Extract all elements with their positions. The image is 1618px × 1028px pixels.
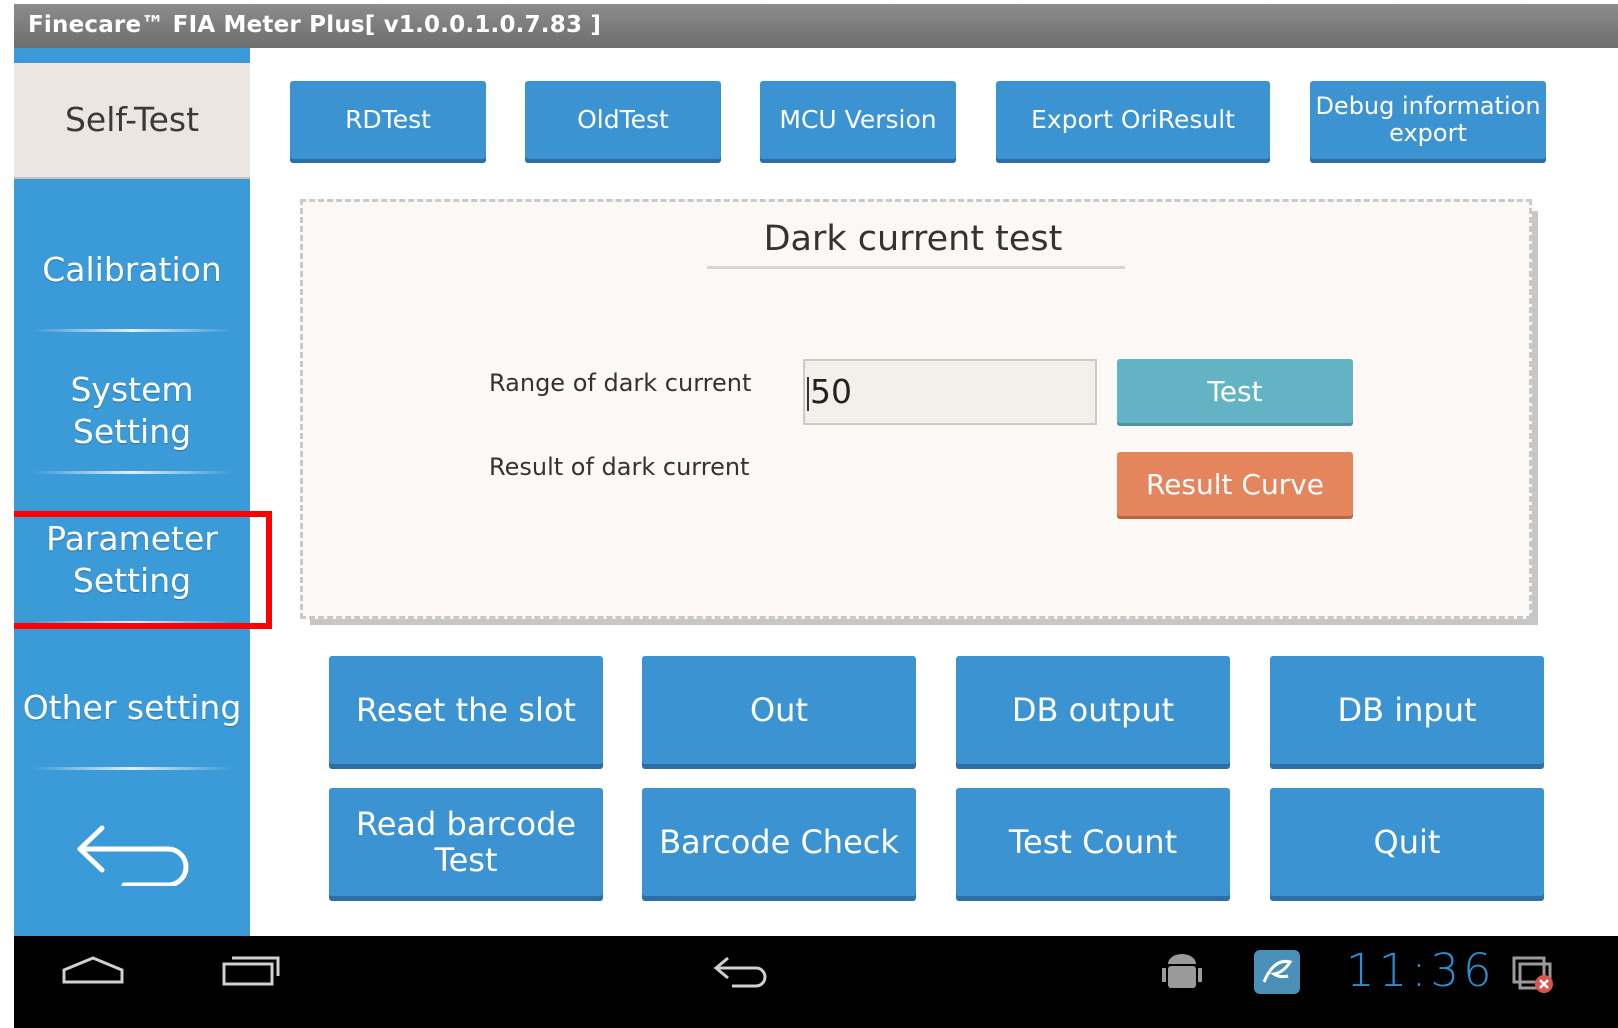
sidebar: Self-Test Calibration System Setting Par… bbox=[14, 48, 250, 967]
divider bbox=[32, 767, 232, 770]
rdtest-button[interactable]: RDTest bbox=[290, 81, 486, 159]
sidebar-item-system-setting[interactable]: System Setting bbox=[14, 348, 250, 474]
dark-current-panel: Dark current test Range of dark current … bbox=[300, 199, 1532, 619]
result-curve-button[interactable]: Result Curve bbox=[1117, 452, 1353, 516]
oldtest-button[interactable]: OldTest bbox=[525, 81, 721, 159]
barcode-check-button[interactable]: Barcode Check bbox=[642, 788, 916, 896]
android-debug-icon bbox=[1160, 952, 1204, 998]
system-navbar: 11:36 bbox=[14, 936, 1618, 1028]
read-barcode-test-button[interactable]: Read barcode Test bbox=[329, 788, 603, 896]
out-button[interactable]: Out bbox=[642, 656, 916, 764]
export-oriresult-button[interactable]: Export OriResult bbox=[996, 81, 1270, 159]
sidebar-item-calibration[interactable]: Calibration bbox=[14, 208, 250, 332]
test-count-button[interactable]: Test Count bbox=[956, 788, 1230, 896]
db-input-button[interactable]: DB input bbox=[1270, 656, 1544, 764]
sidebar-item-label: Other setting bbox=[22, 688, 242, 727]
divider bbox=[707, 266, 1125, 269]
divider bbox=[32, 329, 232, 332]
panel-title: Dark current test bbox=[763, 219, 1063, 259]
app-screen: Finecare™ FIA Meter Plus[ v1.0.0.1.0.7.8… bbox=[14, 4, 1618, 1028]
sidebar-item-other-setting[interactable]: Other setting bbox=[14, 646, 250, 770]
home-icon[interactable] bbox=[60, 952, 126, 992]
status-time: 11:36 bbox=[1346, 944, 1496, 997]
reset-slot-button[interactable]: Reset the slot bbox=[329, 656, 603, 764]
sync-error-icon bbox=[1510, 952, 1556, 1000]
debug-info-export-button[interactable]: Debug information export bbox=[1310, 81, 1546, 159]
text-cursor bbox=[807, 376, 809, 411]
result-label: Result of dark current bbox=[489, 453, 750, 481]
test-button[interactable]: Test bbox=[1117, 359, 1353, 423]
sidebar-item-label: Calibration bbox=[42, 250, 222, 289]
mcu-version-button[interactable]: MCU Version bbox=[760, 81, 956, 159]
app-notification-icon bbox=[1252, 948, 1302, 1000]
window-title: Finecare™ FIA Meter Plus[ v1.0.0.1.0.7.8… bbox=[14, 4, 1618, 48]
return-arrow-icon[interactable] bbox=[72, 816, 196, 888]
range-value: 50 bbox=[810, 372, 852, 411]
range-input[interactable]: 50 bbox=[803, 359, 1097, 425]
recent-apps-icon[interactable] bbox=[220, 954, 282, 992]
sidebar-item-self-test[interactable]: Self-Test bbox=[14, 63, 250, 179]
sidebar-item-label: System Setting bbox=[70, 370, 194, 451]
highlight-frame bbox=[14, 511, 272, 629]
back-icon[interactable] bbox=[710, 954, 774, 992]
range-label: Range of dark current bbox=[489, 369, 752, 397]
db-output-button[interactable]: DB output bbox=[956, 656, 1230, 764]
quit-button[interactable]: Quit bbox=[1270, 788, 1544, 896]
divider bbox=[32, 471, 232, 474]
sidebar-item-label: Self-Test bbox=[64, 100, 200, 139]
